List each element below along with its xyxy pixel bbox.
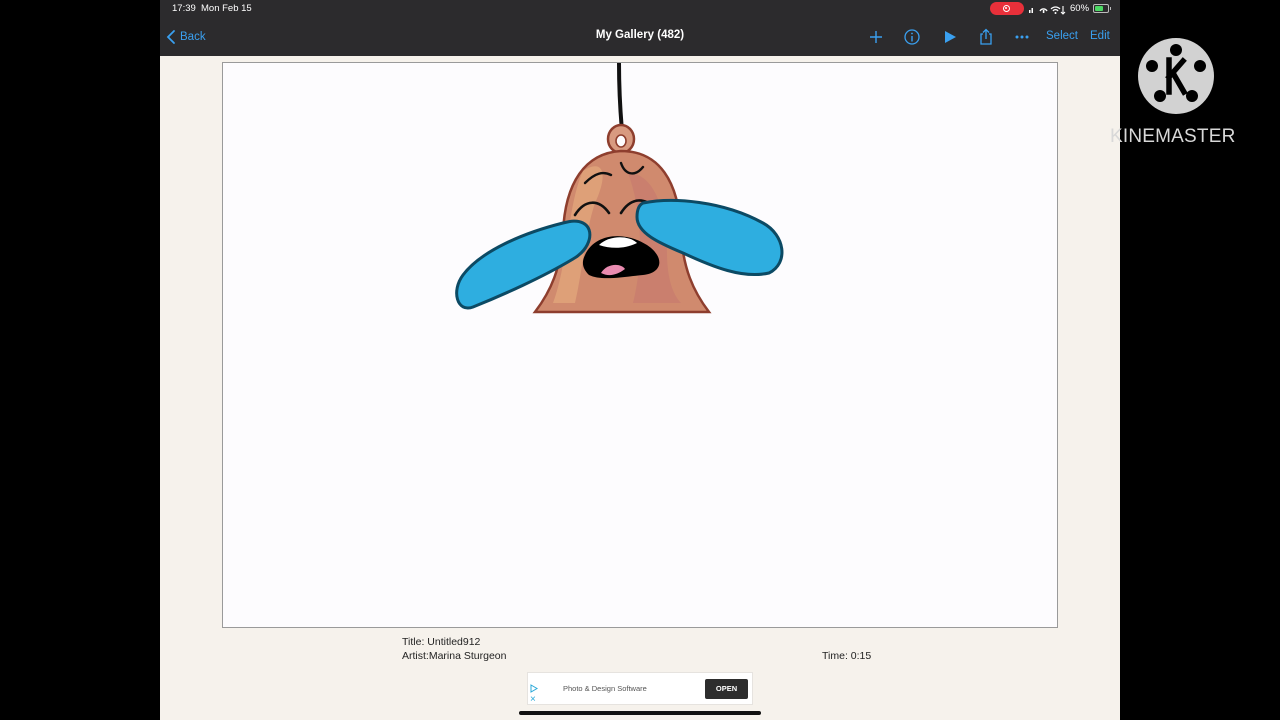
screen-recording-indicator [990, 2, 1024, 15]
ad-text: Photo & Design Software [563, 684, 647, 693]
ipad-screen: 17:39 Mon Feb 15 60% Back My Gallery (48… [160, 0, 1120, 720]
signal-wifi-icons [1029, 6, 1066, 15]
share-icon[interactable] [976, 27, 996, 47]
top-bar: 17:39 Mon Feb 15 60% Back My Gallery (48… [160, 0, 1120, 56]
artwork-canvas[interactable] [222, 62, 1058, 628]
edit-button[interactable]: Edit [1090, 30, 1110, 42]
ad-choices-icon[interactable] [530, 684, 538, 693]
info-icon[interactable] [902, 27, 922, 47]
more-icon[interactable] [1012, 27, 1032, 47]
battery-percentage: 60% [1070, 3, 1090, 14]
crying-bell-illustration [455, 63, 784, 314]
play-icon[interactable] [940, 27, 960, 47]
kinemaster-logo-icon [1138, 38, 1214, 114]
watermark-text: KINEMASTER [1110, 126, 1236, 147]
select-button[interactable]: Select [1046, 30, 1078, 42]
plus-icon[interactable] [866, 27, 886, 47]
status-bar: 17:39 Mon Feb 15 60% [160, 0, 1120, 18]
artwork-artist: Artist:Marina Sturgeon [402, 650, 507, 662]
artwork-title: Title: Untitled912 [402, 636, 481, 648]
status-date: Mon Feb 15 [201, 3, 252, 14]
close-icon[interactable]: × [530, 695, 536, 705]
ad-open-button[interactable]: OPEN [705, 679, 748, 699]
battery-icon [1093, 4, 1111, 13]
home-indicator[interactable] [519, 711, 761, 715]
navigation-bar: Back My Gallery (482) Select Edit [160, 20, 1120, 54]
ad-banner[interactable]: × Photo & Design Software OPEN [527, 672, 753, 705]
status-time: 17:39 [172, 3, 196, 14]
artwork-time: Time: 0:15 [822, 650, 872, 662]
